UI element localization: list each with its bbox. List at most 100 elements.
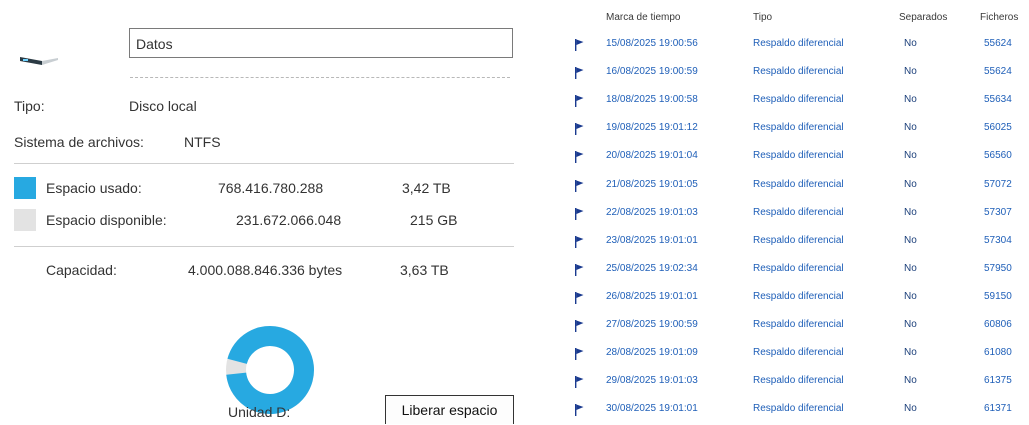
drive-letter-label: Unidad D: — [228, 404, 291, 420]
table-row[interactable]: 28/08/2025 19:01:09 Respaldo diferencial N… — [548, 342, 1029, 366]
table-row[interactable]: 23/08/2025 19:01:01 Respaldo diferencial N… — [548, 230, 1029, 254]
used-space-bytes: 768.416.780.288 — [218, 180, 324, 196]
divider — [130, 77, 510, 78]
drive-name-input[interactable] — [129, 28, 513, 58]
divider — [14, 246, 514, 247]
files-cell: 61371 — [984, 403, 1012, 415]
table-row[interactable]: 18/08/2025 19:00:58 Respaldo diferencial N… — [548, 89, 1029, 113]
flag-icon — [575, 39, 584, 51]
free-space-label: Espacio disponible: — [46, 212, 167, 228]
flag-icon — [575, 376, 584, 389]
filesystem-label: Sistema de archivos: — [14, 134, 144, 150]
filesystem-value: NTFS — [184, 134, 221, 150]
table-row[interactable]: 16/08/2025 19:00:59 Respaldo diferencial N… — [548, 61, 1029, 85]
table-row[interactable]: 29/08/2025 19:01:03 Respaldo diferencial N… — [548, 370, 1029, 394]
type-cell: Respaldo diferencial — [753, 38, 844, 49]
flag-icon — [575, 263, 584, 276]
flag-icon — [575, 207, 584, 220]
table-row[interactable]: 25/08/2025 19:02:34 Respaldo diferencial N… — [548, 258, 1029, 282]
type-cell: Respaldo diferencial — [753, 375, 844, 387]
flag-icon — [575, 95, 584, 108]
free-space-size: 215 GB — [410, 212, 458, 228]
timestamp-cell: 15/08/2025 19:00:56 — [606, 38, 698, 49]
separated-cell: No — [904, 403, 917, 415]
flag-icon — [575, 320, 584, 332]
table-row[interactable]: 27/08/2025 19:00:59 Respaldo diferencial N… — [548, 314, 1029, 338]
type-cell: Respaldo diferencial — [753, 66, 844, 78]
separated-cell: No — [904, 206, 917, 218]
capacity-bytes: 4.000.088.846.336 bytes — [188, 262, 343, 278]
separated-cell: No — [904, 150, 917, 162]
backup-history-table: Marca de tiempo Tipo Separados Ficheros … — [548, 0, 1029, 425]
timestamp-cell: 26/08/2025 19:01:01 — [606, 290, 698, 302]
type-cell: Respaldo diferencial — [753, 290, 844, 302]
type-value: Disco local — [129, 98, 197, 114]
timestamp-cell: 18/08/2025 19:00:58 — [606, 94, 698, 106]
separated-cell: No — [904, 319, 917, 330]
separated-cell: No — [904, 66, 917, 78]
table-row[interactable]: 21/08/2025 19:01:05 Respaldo diferencial N… — [548, 174, 1029, 198]
table-row[interactable]: 15/08/2025 19:00:56 Respaldo diferencial N… — [548, 33, 1029, 57]
separated-cell: No — [904, 290, 917, 302]
free-space-bytes: 231.672.066.048 — [236, 212, 342, 228]
flag-icon — [575, 291, 584, 304]
timestamp-cell: 23/08/2025 19:01:01 — [606, 234, 698, 246]
separated-cell: No — [904, 178, 917, 190]
free-space-button[interactable]: Liberar espacio — [385, 395, 514, 424]
files-cell: 55634 — [984, 94, 1012, 106]
type-cell: Respaldo diferencial — [753, 262, 844, 274]
free-space-swatch — [14, 209, 36, 231]
column-header-timestamp[interactable]: Marca de tiempo — [606, 12, 680, 23]
timestamp-cell: 19/08/2025 19:01:12 — [606, 122, 698, 134]
drive-properties-panel: Tipo: Disco local Sistema de archivos: N… — [0, 0, 530, 425]
type-cell: Respaldo diferencial — [753, 178, 844, 190]
column-header-separated[interactable]: Separados — [899, 12, 947, 23]
type-cell: Respaldo diferencial — [753, 122, 844, 134]
files-cell: 60806 — [984, 319, 1012, 330]
timestamp-cell: 16/08/2025 19:00:59 — [606, 66, 698, 78]
used-space-size: 3,42 TB — [402, 180, 451, 196]
timestamp-cell: 22/08/2025 19:01:03 — [606, 206, 698, 218]
files-cell: 56025 — [984, 122, 1012, 134]
type-cell: Respaldo diferencial — [753, 347, 844, 359]
capacity-size: 3,63 TB — [400, 262, 449, 278]
timestamp-cell: 30/08/2025 19:01:01 — [606, 403, 698, 415]
column-header-type[interactable]: Tipo — [753, 12, 772, 23]
capacity-label: Capacidad: — [46, 262, 117, 278]
type-cell: Respaldo diferencial — [753, 403, 844, 415]
separated-cell: No — [904, 262, 917, 274]
timestamp-cell: 27/08/2025 19:00:59 — [606, 319, 698, 330]
type-cell: Respaldo diferencial — [753, 206, 844, 218]
usage-donut-chart — [226, 325, 314, 414]
table-row[interactable]: 26/08/2025 19:01:01 Respaldo diferencial N… — [548, 286, 1029, 310]
table-row[interactable]: 22/08/2025 19:01:03 Respaldo diferencial N… — [548, 202, 1029, 226]
type-cell: Respaldo diferencial — [753, 94, 844, 106]
table-row[interactable]: 30/08/2025 19:01:01 Respaldo diferencial N… — [548, 398, 1029, 422]
separated-cell: No — [904, 122, 917, 134]
flag-icon — [575, 235, 584, 248]
flag-icon — [575, 151, 584, 164]
type-cell: Respaldo diferencial — [753, 150, 844, 162]
column-header-files[interactable]: Ficheros — [980, 12, 1018, 23]
files-cell: 59150 — [984, 290, 1012, 302]
timestamp-cell: 29/08/2025 19:01:03 — [606, 375, 698, 387]
divider — [14, 163, 514, 164]
files-cell: 57304 — [984, 234, 1012, 246]
separated-cell: No — [904, 347, 917, 359]
type-cell: Respaldo diferencial — [753, 319, 844, 330]
separated-cell: No — [904, 375, 917, 387]
flag-icon — [575, 404, 584, 417]
table-row[interactable]: 19/08/2025 19:01:12 Respaldo diferencial N… — [548, 117, 1029, 141]
table-row[interactable]: 20/08/2025 19:01:04 Respaldo diferencial N… — [548, 145, 1029, 169]
files-cell: 57072 — [984, 178, 1012, 190]
files-cell: 55624 — [984, 38, 1012, 49]
used-space-label: Espacio usado: — [46, 180, 142, 196]
flag-icon — [575, 179, 584, 192]
separated-cell: No — [904, 94, 917, 106]
separated-cell: No — [904, 38, 917, 49]
type-label: Tipo: — [14, 98, 45, 114]
files-cell: 57950 — [984, 262, 1012, 274]
files-cell: 61375 — [984, 375, 1012, 387]
separated-cell: No — [904, 234, 917, 246]
timestamp-cell: 20/08/2025 19:01:04 — [606, 150, 698, 162]
